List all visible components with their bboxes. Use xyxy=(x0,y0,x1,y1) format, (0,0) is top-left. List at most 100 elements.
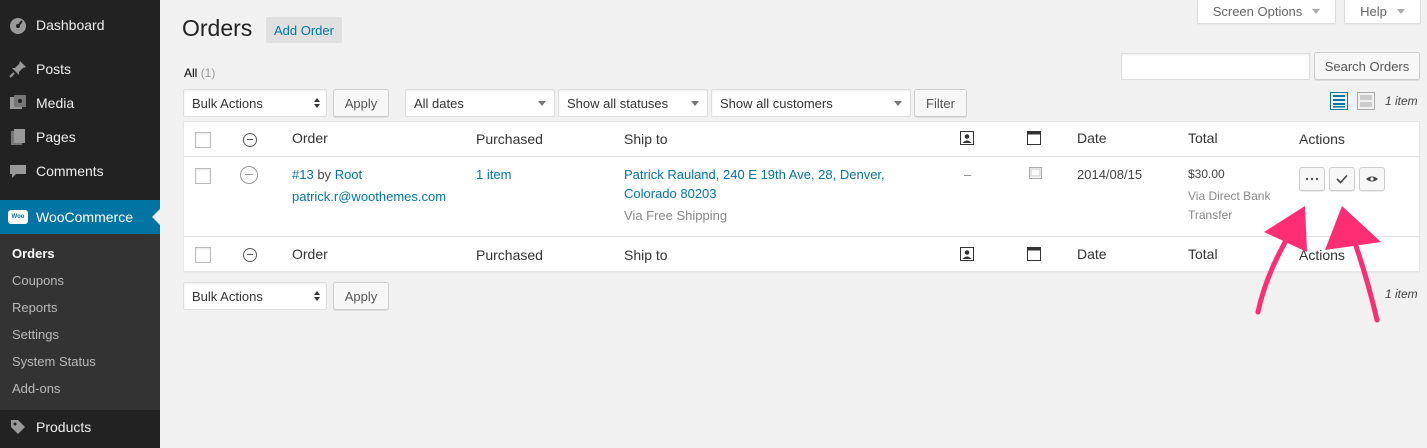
submenu-item-system-status[interactable]: System Status xyxy=(12,354,96,369)
orders-table: Order Purchased Ship to Date Total Actio… xyxy=(183,121,1420,272)
dropdown-arrow-icon xyxy=(538,101,546,106)
view-all-count: (1) xyxy=(200,66,216,80)
column-ship-to: Ship to xyxy=(624,131,668,147)
column-date-footer[interactable]: Date xyxy=(1077,246,1107,262)
caret-down-icon xyxy=(1312,9,1321,14)
dashboard-icon xyxy=(0,15,36,35)
excerpt-view-icon[interactable] xyxy=(1357,92,1375,110)
sidebar-item-dashboard[interactable]: Dashboard xyxy=(0,8,160,42)
statuses-filter-select[interactable]: Show all statuses xyxy=(558,89,708,117)
caret-down-icon xyxy=(1396,9,1405,14)
payment-method-line2: Transfer xyxy=(1188,208,1233,222)
pin-icon xyxy=(0,59,36,79)
column-ship-to-footer: Ship to xyxy=(624,247,668,263)
column-purchased: Purchased xyxy=(476,131,543,147)
sidebar-item-media[interactable]: Media xyxy=(0,86,160,120)
help-button[interactable]: Help xyxy=(1344,0,1421,24)
row-checkbox[interactable] xyxy=(195,168,211,184)
sidebar-item-woocommerce[interactable]: Woo WooCommerce xyxy=(0,200,160,234)
submenu-item-settings[interactable]: Settings xyxy=(12,327,59,342)
sidebar-item-pages[interactable]: Pages xyxy=(0,120,160,154)
sidebar-item-label: Posts xyxy=(36,61,72,77)
sidebar-item-label: Comments xyxy=(36,163,104,179)
customer-message: – xyxy=(964,167,972,182)
column-actions: Actions xyxy=(1299,131,1345,147)
sidebar-item-label: Media xyxy=(36,95,75,111)
customer-message-column-icon xyxy=(960,131,974,148)
footer-divider xyxy=(184,236,1419,237)
order-number-link[interactable]: #13 xyxy=(292,167,314,182)
sidebar-item-products[interactable]: Products xyxy=(0,410,160,444)
sidebar-item-label: Pages xyxy=(36,129,76,145)
customer-email-link[interactable]: patrick.r@woothemes.com xyxy=(292,189,446,204)
statuses-filter-value: Show all statuses xyxy=(567,95,669,111)
active-indicator xyxy=(152,209,160,225)
page-title: Orders xyxy=(182,15,253,41)
status-column-icon xyxy=(243,133,257,147)
view-all-link[interactable]: All xyxy=(184,66,197,80)
ship-to-address-line1[interactable]: Patrick Rauland, 240 E 19th Ave, 28, Den… xyxy=(624,167,885,182)
search-orders-button[interactable]: Search Orders xyxy=(1314,52,1420,80)
bulk-actions-value: Bulk Actions xyxy=(192,95,263,111)
add-order-button[interactable]: Add Order xyxy=(266,17,342,43)
woocommerce-icon: Woo xyxy=(0,210,36,224)
header-divider xyxy=(184,156,1419,157)
customers-filter-select[interactable]: Show all customers xyxy=(711,89,911,117)
submenu-item-orders[interactable]: Orders xyxy=(12,246,55,261)
column-total[interactable]: Total xyxy=(1188,130,1218,146)
select-all-checkbox[interactable] xyxy=(195,132,211,148)
view-action-button[interactable] xyxy=(1359,167,1385,191)
select-arrows-icon xyxy=(314,98,320,108)
order-total: $30.00 xyxy=(1188,167,1225,181)
payment-method-line1: Via Direct Bank xyxy=(1188,189,1271,203)
bulk-actions-select-bottom[interactable]: Bulk Actions xyxy=(183,282,327,310)
order-cell: #13 by Root xyxy=(292,167,362,182)
order-notes-column-icon xyxy=(1027,247,1041,264)
eye-icon xyxy=(1366,176,1378,182)
column-order[interactable]: Order xyxy=(292,130,328,146)
list-view-icon[interactable] xyxy=(1330,92,1348,110)
comments-icon xyxy=(0,161,36,181)
apply-button-bottom[interactable]: Apply xyxy=(333,282,389,310)
pages-icon xyxy=(0,127,36,147)
column-actions-footer: Actions xyxy=(1299,247,1345,263)
dates-filter-value: All dates xyxy=(414,95,464,111)
sidebar-item-posts[interactable]: Posts xyxy=(0,52,160,86)
ellipsis-icon xyxy=(1305,177,1319,181)
sidebar-item-comments[interactable]: Comments xyxy=(0,154,160,188)
help-label: Help xyxy=(1360,4,1387,19)
admin-sidebar: Dashboard Posts Media Pages Comments Woo… xyxy=(0,0,160,448)
sidebar-item-label: WooCommerce xyxy=(36,209,133,225)
order-date: 2014/08/15 xyxy=(1077,167,1143,182)
column-total-footer[interactable]: Total xyxy=(1188,246,1218,262)
submenu-item-add-ons[interactable]: Add-ons xyxy=(12,381,60,396)
order-notes-column-icon xyxy=(1027,131,1041,148)
media-icon xyxy=(0,93,36,113)
shipping-method: Via Free Shipping xyxy=(624,208,728,223)
submenu-item-coupons[interactable]: Coupons xyxy=(12,273,64,288)
complete-action-button[interactable] xyxy=(1329,167,1355,191)
search-input[interactable] xyxy=(1121,53,1310,80)
order-by-text: by xyxy=(317,167,332,182)
filter-button[interactable]: Filter xyxy=(914,89,967,117)
dates-filter-select[interactable]: All dates xyxy=(405,89,555,117)
customers-filter-value: Show all customers xyxy=(720,95,833,111)
item-count-bottom: 1 item xyxy=(1385,287,1418,301)
dropdown-arrow-icon xyxy=(894,101,902,106)
column-order-footer[interactable]: Order xyxy=(292,246,328,262)
select-arrows-icon xyxy=(314,291,320,301)
bulk-actions-value: Bulk Actions xyxy=(192,288,263,304)
submenu-item-reports[interactable]: Reports xyxy=(12,300,58,315)
bulk-actions-select[interactable]: Bulk Actions xyxy=(183,89,327,117)
screen-options-button[interactable]: Screen Options xyxy=(1197,0,1336,24)
purchased-items-link[interactable]: 1 item xyxy=(476,167,511,182)
order-status-icon xyxy=(240,166,258,184)
ship-to-address-line2[interactable]: Colorado 80203 xyxy=(624,186,717,201)
apply-button[interactable]: Apply xyxy=(333,89,389,117)
customer-link[interactable]: Root xyxy=(335,167,362,182)
sidebar-item-label: Products xyxy=(36,419,92,435)
select-all-checkbox-footer[interactable] xyxy=(195,247,211,263)
column-date[interactable]: Date xyxy=(1077,130,1107,146)
dropdown-arrow-icon xyxy=(691,101,699,106)
processing-action-button[interactable] xyxy=(1299,167,1325,191)
